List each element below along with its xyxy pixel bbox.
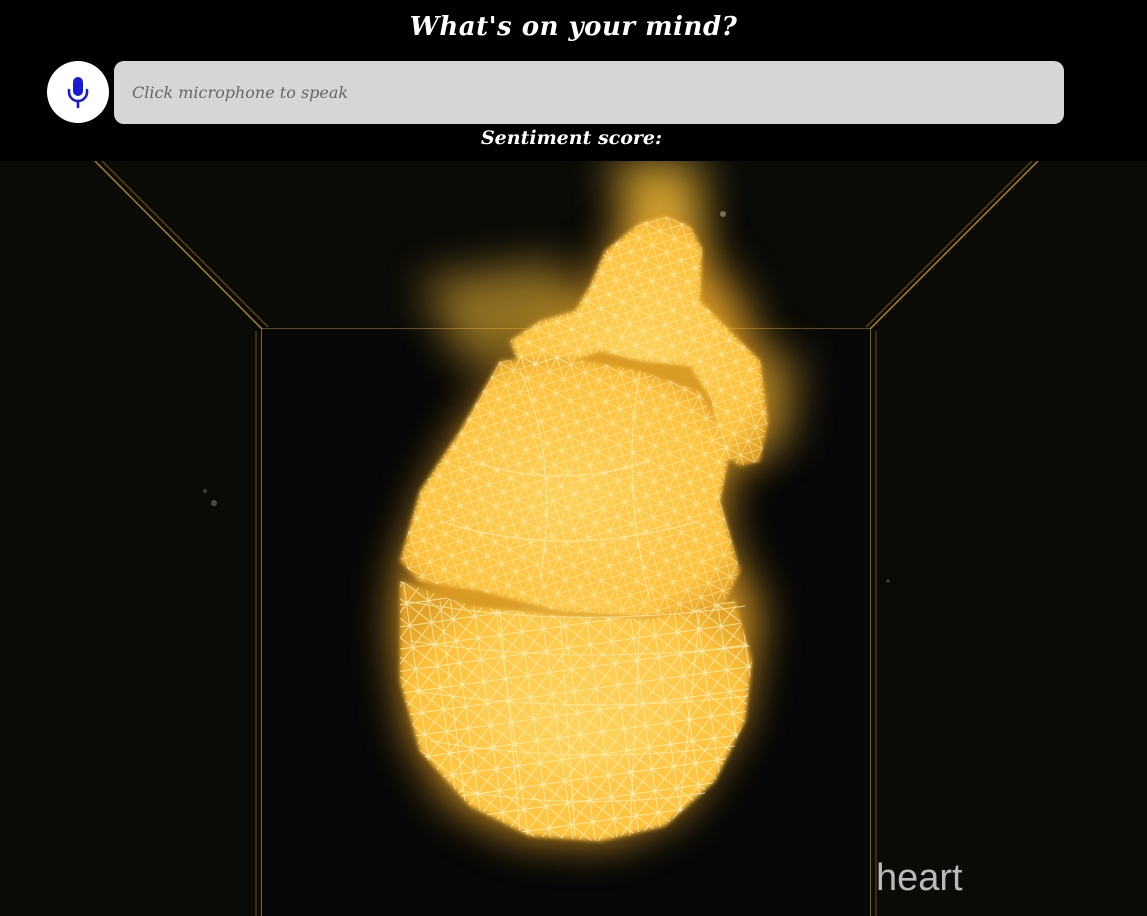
header-bar: What's on your mind? Sentiment score: — [0, 0, 1147, 161]
page-title: What's on your mind? — [409, 12, 738, 42]
speech-input[interactable] — [114, 61, 1064, 124]
object-label: heart — [876, 857, 963, 899]
3d-scene-canvas[interactable]: heart — [0, 161, 1147, 916]
heart-scene — [94, 161, 1039, 916]
microphone-button[interactable] — [47, 61, 109, 123]
sentiment-label: Sentiment score: — [480, 127, 663, 149]
microphone-icon — [67, 77, 89, 109]
sentiment-score: Sentiment score: — [0, 127, 1147, 149]
heart-highlight — [470, 591, 690, 771]
